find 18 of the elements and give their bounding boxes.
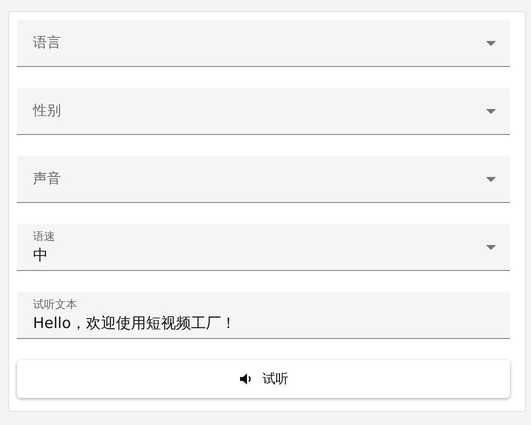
select-field[interactable]: 语言: [17, 20, 510, 67]
caret-icon: [486, 108, 496, 114]
caret-icon: [486, 176, 496, 182]
field-label: 声音: [33, 170, 61, 188]
select-field[interactable]: 语速 中: [17, 224, 510, 271]
field-label: 试听文本: [33, 297, 77, 312]
field-label: 语速: [33, 229, 55, 244]
field-label: 性别: [33, 102, 61, 120]
caret-icon: [486, 244, 496, 250]
input-field[interactable]: 试听文本 Hello，欢迎使用短视频工厂！: [17, 292, 510, 339]
field-value: Hello，欢迎使用短视频工厂！: [33, 314, 236, 333]
caret-icon: [486, 40, 496, 46]
preview-button[interactable]: 试听: [17, 360, 510, 398]
speaker-icon: [238, 372, 252, 386]
select-field[interactable]: 性别: [17, 88, 510, 135]
field-value: 中: [33, 246, 48, 265]
field-label: 语言: [33, 34, 61, 52]
select-field[interactable]: 声音: [17, 156, 510, 203]
